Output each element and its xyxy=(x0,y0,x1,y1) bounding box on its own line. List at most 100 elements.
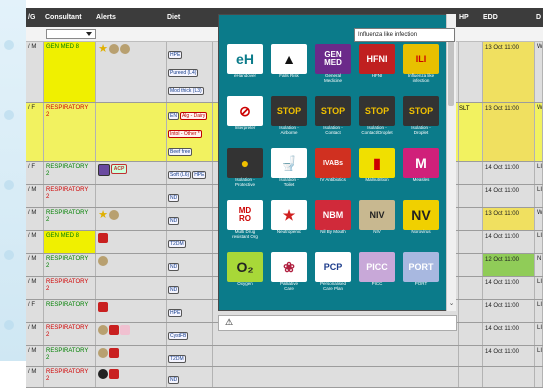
diet-tag[interactable]: EN xyxy=(168,112,179,120)
alert-tile[interactable]: Cytotoxic xyxy=(313,15,353,44)
diet-tag[interactable]: HPE xyxy=(168,309,183,317)
col-header-consultant[interactable]: Consultant xyxy=(45,8,82,27)
extra-text: LI xyxy=(537,279,543,285)
col-header-diet[interactable]: Diet xyxy=(167,8,180,27)
diet-tag[interactable]: HPE xyxy=(192,171,207,179)
diet-tag[interactable]: ND xyxy=(168,376,180,384)
alert-tile[interactable]: HFNI HFNI xyxy=(357,42,397,93)
hand-icon[interactable] xyxy=(98,325,108,335)
tile-glyph: ● xyxy=(240,155,250,171)
alert-tile[interactable]: ❀ Palliative Care xyxy=(269,250,309,301)
hand-icon[interactable] xyxy=(109,44,119,54)
bed-cell: / M xyxy=(26,42,44,102)
alert-tile[interactable]: IVABs IV Antibiotics xyxy=(313,146,353,197)
diet-tag[interactable]: Mod thick (L3) xyxy=(168,87,204,95)
bed-cell: / F xyxy=(26,300,44,322)
consultant-cell: RESPIRATORY 2 xyxy=(44,323,96,345)
diet-cell: ND xyxy=(167,367,213,387)
alert-tile[interactable]: Current Smoker xyxy=(269,15,309,44)
col-header-d[interactable]: D xyxy=(536,8,541,27)
extra-text: LI xyxy=(537,187,543,193)
alert-tile[interactable]: NV Norovirus xyxy=(401,198,441,249)
diet-tag[interactable]: ND xyxy=(168,263,180,271)
col-header-gender[interactable]: /G xyxy=(28,8,35,27)
alert-tile[interactable]: STOP Isolation - Droplet xyxy=(401,94,441,145)
no-hand-icon[interactable] xyxy=(120,44,130,54)
tile-label: Current Smoker xyxy=(269,15,309,16)
alert-tile[interactable]: PORT PORT xyxy=(401,250,441,301)
diet-tag[interactable]: ND xyxy=(168,217,180,225)
alerts-cell: ★ xyxy=(96,208,167,230)
slt-badge: SLT xyxy=(459,106,470,112)
extra-text: W xyxy=(537,210,543,216)
bed-cell: / M xyxy=(26,208,44,230)
extra-text xyxy=(535,367,542,369)
tile-glyph: ▮ xyxy=(373,155,381,171)
red-icon[interactable] xyxy=(109,348,119,358)
diet-tag[interactable]: ND xyxy=(168,286,180,294)
tile-label: Isolation - Airborne xyxy=(279,125,299,135)
alert-tile[interactable]: ▲ Falls Risk xyxy=(269,42,309,93)
diet-cell: Soft (L6) HPE xyxy=(167,162,213,184)
red-icon[interactable] xyxy=(98,233,108,243)
purple-icon[interactable] xyxy=(98,164,110,176)
extra-text: LI xyxy=(537,302,543,308)
alert-tile[interactable]: PCP Personalised Care Plan xyxy=(313,250,353,301)
alert-tile[interactable]: 🚽 Isolation - Toilet xyxy=(269,146,309,197)
scrollbar-thumb[interactable] xyxy=(448,36,454,106)
col-header-edd[interactable]: EDD xyxy=(483,8,498,27)
diet-tag[interactable]: HPE xyxy=(168,51,183,59)
hand-icon[interactable] xyxy=(98,348,108,358)
alert-tile[interactable]: NIV NIV xyxy=(357,198,397,249)
alert-tile[interactable]: NBM Nil By Mouth xyxy=(313,198,353,249)
scroll-down-arrow-icon[interactable]: ⌄ xyxy=(448,300,455,307)
alert-tile[interactable]: ★ Neutropenic xyxy=(269,198,309,249)
diet-tag[interactable]: Alg - Dairy xyxy=(179,112,208,120)
ehandover-icon: eH xyxy=(227,44,263,74)
alert-tile[interactable]: STOP Isolation - Airborne xyxy=(269,94,309,145)
table-row[interactable]: / M RESPIRATORY 2 ND xyxy=(26,367,543,388)
alert-tile[interactable]: PICC PICC xyxy=(357,250,397,301)
extra-text: LI xyxy=(537,348,543,354)
alert-tile[interactable]: eH eHandover xyxy=(225,42,265,93)
edd-cell: 14 Oct 11:00 xyxy=(483,300,535,322)
alert-tile[interactable]: M Measles xyxy=(401,146,441,197)
red-icon[interactable] xyxy=(109,369,119,379)
extra-text: LI xyxy=(537,233,543,239)
tile-glyph: ❀ xyxy=(283,259,295,275)
acp-icon[interactable]: ACP xyxy=(111,164,127,174)
alert-tile[interactable]: ▮ Malnutrition xyxy=(357,146,397,197)
diet-tag[interactable]: ND xyxy=(168,194,180,202)
star-icon[interactable]: ★ xyxy=(98,44,108,55)
col-header-hp[interactable]: HP xyxy=(459,8,469,27)
diet-tag[interactable]: Intol - Other * xyxy=(168,130,202,138)
alert-tile[interactable]: O₂ Oxygen xyxy=(225,250,265,301)
hand-icon[interactable] xyxy=(98,256,108,266)
alert-tile[interactable]: ● Isolation - Protective xyxy=(225,146,265,197)
diet-tag[interactable]: Beef free xyxy=(168,148,193,156)
black-icon[interactable] xyxy=(98,369,108,379)
alert-tile[interactable]: ⊘ Interpreter xyxy=(225,94,265,145)
diet-tag[interactable]: CystFB xyxy=(168,332,189,340)
tile-label: Neutropenic xyxy=(276,229,302,234)
diet-tag[interactable]: Soft (L6) xyxy=(168,171,192,179)
hand-icon[interactable] xyxy=(109,210,119,220)
table-row[interactable]: / M RESPIRATORY 2 T2DM 14 Oct 11:00 LI xyxy=(26,346,543,367)
alert-tile[interactable]: STOP Isolation - Contact xyxy=(313,94,353,145)
diet-tag[interactable]: Pureed (L4) xyxy=(168,69,199,77)
diet-tag[interactable]: T2DM xyxy=(168,240,186,248)
tile-label: Isolation - Droplet xyxy=(411,125,431,135)
alert-tile[interactable]: ILI Influenza like infection xyxy=(401,42,441,93)
star-icon[interactable]: ★ xyxy=(98,210,108,221)
red-icon[interactable] xyxy=(109,325,119,335)
col-header-alerts[interactable]: Alerts xyxy=(96,8,116,27)
alert-tile[interactable]: GEN MED General Medicine xyxy=(313,42,353,93)
pink-icon[interactable] xyxy=(120,325,130,335)
alert-tile[interactable]: STOP Isolation - Contact/Droplet xyxy=(357,94,397,145)
picker-scrollbar[interactable]: ⌄ xyxy=(446,14,456,311)
consultant-filter-dropdown[interactable] xyxy=(46,29,96,39)
diet-tag[interactable]: T2DM xyxy=(168,355,186,363)
alert-tile[interactable]: MD RO Multi Drug resistant Org xyxy=(225,198,265,249)
red-icon[interactable] xyxy=(98,302,108,312)
alert-tile[interactable]: CPAP xyxy=(225,15,265,44)
